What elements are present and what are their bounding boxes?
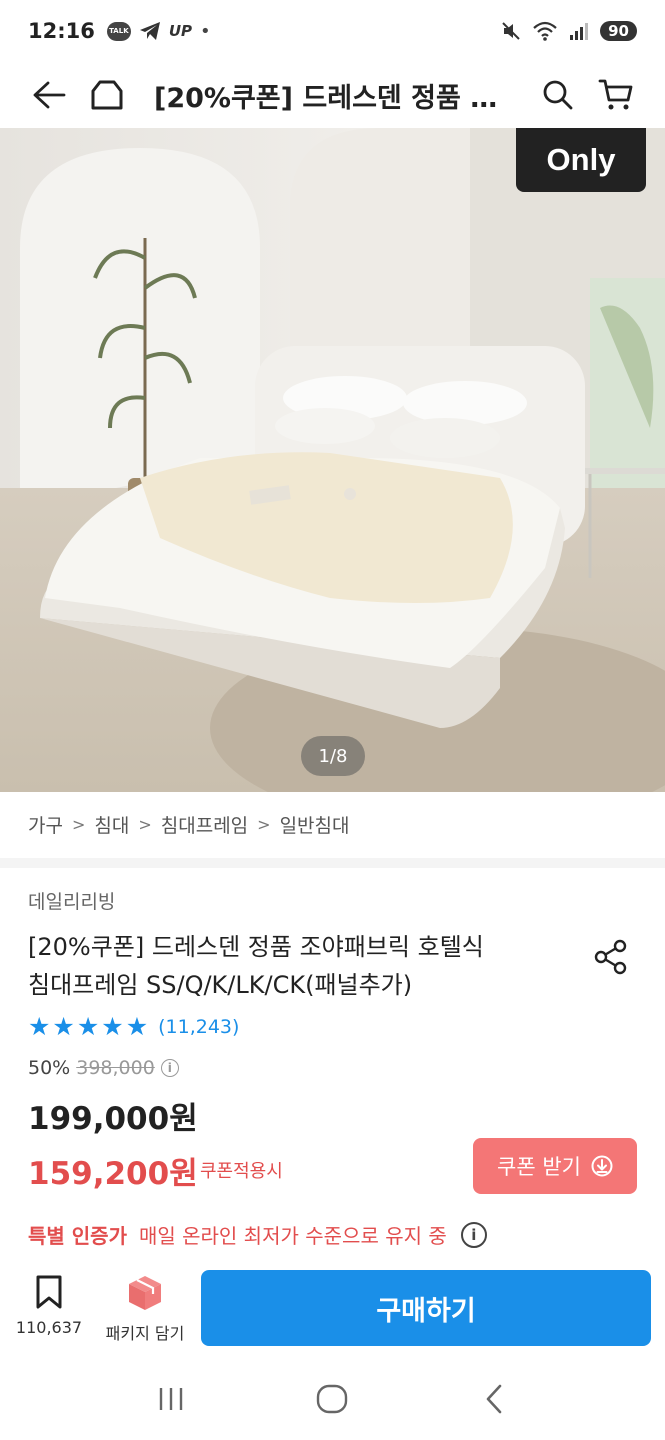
discount-rate: 50%	[28, 1057, 71, 1079]
home-icon	[91, 80, 123, 110]
breadcrumb-item-bed-frame[interactable]: 침대프레임	[161, 811, 248, 838]
rating-row[interactable]: ★ ★ ★ ★ ★ (11,243)	[28, 1014, 239, 1040]
package-add-button[interactable]: 패키지 담기	[100, 1274, 190, 1344]
system-nav-bar	[0, 1357, 665, 1440]
chevron-left-icon	[486, 1384, 502, 1413]
product-title: [20%쿠폰] 드레스덴 정품 조야패브릭 호텔식 침대프레임 SS/Q/K/L…	[28, 928, 568, 1004]
gift-box-icon	[129, 1276, 161, 1310]
more-notifications-dot: •	[200, 20, 211, 42]
coupon-price: 159,200원	[28, 1156, 198, 1192]
bookmark-icon	[36, 1275, 62, 1309]
signal-icon	[570, 23, 589, 40]
info-icon[interactable]: i	[160, 1059, 179, 1077]
breadcrumb: 가구 > 침대 > 침대프레임 > 일반침대	[28, 811, 349, 838]
breadcrumb-item-standard-bed[interactable]: 일반침대	[280, 811, 350, 838]
home-button[interactable]	[78, 66, 136, 124]
home-circle-icon	[317, 1384, 348, 1413]
home-nav-button[interactable]	[302, 1369, 362, 1429]
recent-apps-icon	[159, 1387, 183, 1410]
coupon-price-label: 쿠폰적용시	[200, 1161, 283, 1182]
notification-icons: TALK UP •	[106, 20, 211, 42]
bookmark-count: 110,637	[15, 1318, 83, 1337]
certification-text: 매일 온라인 최저가 수준으로 유지 중	[138, 1224, 447, 1248]
breadcrumb-separator: >	[138, 815, 152, 834]
info-icon[interactable]: i	[460, 1221, 487, 1248]
bookmark-button[interactable]: 110,637	[14, 1274, 84, 1337]
buy-button[interactable]: 구매하기	[201, 1270, 651, 1346]
only-badge: Only	[516, 128, 646, 192]
breadcrumb-item-bed[interactable]: 침대	[94, 811, 129, 838]
share-icon	[594, 939, 627, 975]
image-page-indicator: 1/8	[301, 736, 365, 776]
download-icon	[591, 1155, 613, 1177]
star-icon: ★	[52, 1012, 75, 1041]
brand-name[interactable]: 데일리리빙	[28, 887, 115, 914]
telegram-icon	[139, 22, 160, 40]
sale-price: 199,000원	[28, 1101, 198, 1137]
share-button[interactable]	[588, 934, 634, 980]
certification-label: 특별 인증가	[28, 1224, 127, 1248]
review-count[interactable]: (11,243)	[158, 1016, 239, 1038]
product-title-line-2: 침대프레임 SS/Q/K/LK/CK(패널추가)	[28, 971, 413, 999]
mute-icon	[502, 22, 520, 40]
original-price: 398,000	[76, 1057, 155, 1079]
product-title-line-1: [20%쿠폰] 드레스덴 정품 조야패브릭 호텔식	[28, 933, 484, 961]
up-icon: UP	[168, 22, 193, 40]
status-bar: 12:16 TALK UP • 90	[0, 0, 665, 62]
search-button[interactable]	[529, 66, 587, 124]
special-certification-row: 특별 인증가 매일 온라인 최저가 수준으로 유지 중 i	[28, 1220, 487, 1249]
cart-button[interactable]	[587, 66, 645, 124]
bottom-action-bar: 110,637 패키지 담기 구매하기	[0, 1262, 665, 1357]
system-status-icons: 90	[500, 20, 637, 42]
section-divider	[0, 858, 665, 868]
search-icon	[543, 80, 573, 110]
back-button[interactable]	[20, 66, 78, 124]
breadcrumb-item-furniture[interactable]: 가구	[28, 811, 63, 838]
back-nav-button[interactable]	[464, 1369, 524, 1429]
battery-indicator: 90	[600, 21, 637, 41]
cart-icon	[598, 79, 633, 110]
get-coupon-button[interactable]: 쿠폰 받기	[473, 1138, 637, 1194]
product-image-carousel[interactable]: Only	[0, 128, 665, 792]
bed-product-image	[0, 128, 665, 792]
star-icon: ★	[76, 1012, 100, 1041]
status-time: 12:16	[28, 19, 95, 43]
page-title: [20%쿠폰] 드레스덴 정품 …	[154, 82, 498, 114]
breadcrumb-separator: >	[71, 815, 86, 834]
get-coupon-label: 쿠폰 받기	[497, 1155, 581, 1179]
package-add-label: 패키지 담기	[105, 1324, 185, 1343]
arrow-left-icon	[33, 81, 66, 109]
star-icon: ★	[101, 1012, 124, 1041]
star-icon: ★	[125, 1012, 149, 1041]
breadcrumb-separator: >	[257, 815, 271, 834]
recent-apps-button[interactable]	[141, 1369, 201, 1429]
wifi-icon	[533, 21, 557, 41]
star-icon: ★	[28, 1012, 51, 1041]
kakaotalk-icon: TALK	[106, 21, 131, 41]
app-bar: [20%쿠폰] 드레스덴 정품 …	[0, 62, 665, 128]
discount-row: 50% 398,000 i	[28, 1057, 179, 1079]
